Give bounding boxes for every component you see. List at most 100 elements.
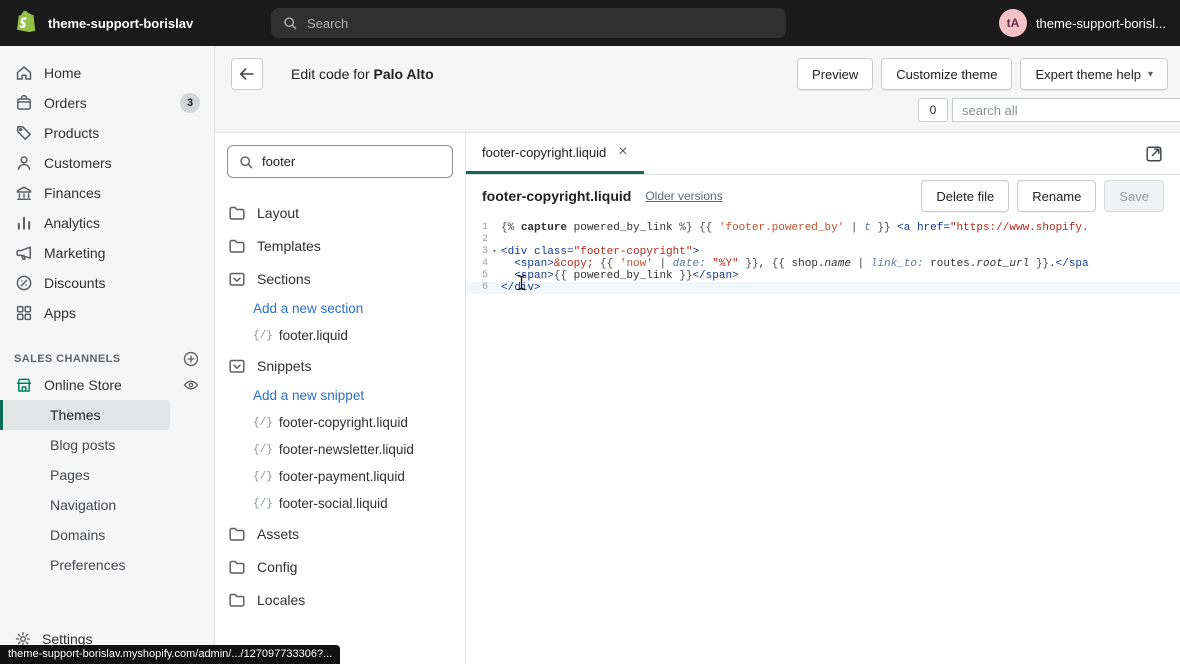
line-number: 6 bbox=[466, 282, 488, 294]
sidebar-item-preferences[interactable]: Preferences bbox=[0, 550, 170, 580]
workspace: footer LayoutTemplatesSectionsAdd a new … bbox=[215, 132, 1180, 664]
sidebar-item-label: Home bbox=[44, 65, 81, 81]
page-header: Edit code for Palo Alto Preview Customiz… bbox=[215, 46, 1180, 96]
line-number: 3 bbox=[466, 246, 488, 258]
account-menu-button[interactable]: tA theme-support-borisl... bbox=[999, 9, 1180, 37]
fold-gutter bbox=[488, 270, 501, 282]
account-name: theme-support-borisl... bbox=[1036, 16, 1166, 31]
apps-icon bbox=[14, 303, 34, 323]
file-footer-payment-liquid[interactable]: {/}footer-payment.liquid bbox=[227, 463, 453, 490]
delete-file-button[interactable]: Delete file bbox=[921, 180, 1009, 212]
back-button[interactable] bbox=[231, 58, 263, 90]
code-line-4[interactable]: 4 <span>&copy; {{ 'now' | date: "%Y" }},… bbox=[466, 258, 1180, 270]
sidebar-item-marketing[interactable]: Marketing bbox=[0, 238, 214, 268]
code-lines: 1{% capture powered_by_link %} {{ 'foote… bbox=[466, 222, 1180, 294]
file-footer-social-liquid[interactable]: {/}footer-social.liquid bbox=[227, 490, 453, 517]
eye-icon[interactable] bbox=[182, 376, 200, 394]
tree-item-label: Snippets bbox=[257, 358, 311, 374]
sidebar-item-online-store[interactable]: Online Store bbox=[0, 370, 214, 400]
expert-theme-help-button[interactable]: Expert theme help ▾ bbox=[1020, 58, 1168, 90]
sidebar-item-pages[interactable]: Pages bbox=[0, 460, 170, 490]
sidebar-item-home[interactable]: Home bbox=[0, 58, 214, 88]
tree-item-label: Templates bbox=[257, 238, 321, 254]
sidebar-subitem-label: Themes bbox=[50, 407, 101, 423]
global-search-input[interactable]: Search bbox=[271, 8, 786, 38]
line-number: 1 bbox=[466, 222, 488, 234]
line-number: 2 bbox=[466, 234, 488, 246]
finances-icon bbox=[14, 183, 34, 203]
sidebar-item-analytics[interactable]: Analytics bbox=[0, 208, 214, 238]
folder-layout[interactable]: Layout bbox=[227, 196, 453, 229]
sidebar-item-finances[interactable]: Finances bbox=[0, 178, 214, 208]
folder-assets[interactable]: Assets bbox=[227, 517, 453, 550]
file-footer-copyright-liquid[interactable]: {/}footer-copyright.liquid bbox=[227, 409, 453, 436]
folder-locales[interactable]: Locales bbox=[227, 583, 453, 616]
add-sales-channel-button[interactable] bbox=[182, 350, 200, 368]
global-search-placeholder: Search bbox=[307, 16, 348, 31]
page-title-prefix: Edit code for bbox=[291, 66, 370, 82]
file-footer-liquid[interactable]: {/}footer.liquid bbox=[227, 322, 453, 349]
sidebar-item-themes[interactable]: Themes bbox=[0, 400, 170, 430]
sidebar-item-orders[interactable]: Orders3 bbox=[0, 88, 214, 118]
code-line-2[interactable]: 2 bbox=[466, 234, 1180, 246]
folder-snippets[interactable]: Snippets bbox=[227, 349, 453, 382]
editor-tabbar: footer-copyright.liquid × bbox=[466, 133, 1180, 175]
file-tree: Layout Templates SectionsAdd a new section… bbox=[227, 196, 453, 616]
file-search-input[interactable]: footer bbox=[227, 145, 453, 178]
file-footer-newsletter-liquid[interactable]: {/}footer-newsletter.liquid bbox=[227, 436, 453, 463]
sidebar-item-label: Discounts bbox=[44, 275, 105, 291]
folder-sections[interactable]: Sections bbox=[227, 262, 453, 295]
search-all-row: 0 search all bbox=[215, 96, 1180, 132]
header-actions: Preview Customize theme Expert theme hel… bbox=[797, 58, 1168, 90]
code-text bbox=[501, 234, 1180, 246]
liquid-file-icon: {/} bbox=[253, 444, 273, 456]
code-text: <span>{{ powered_by_link }}</span> bbox=[501, 270, 1180, 282]
code-editor[interactable]: 1{% capture powered_by_link %} {{ 'foote… bbox=[466, 217, 1180, 664]
mouse-text-cursor bbox=[516, 274, 527, 296]
older-versions-link[interactable]: Older versions bbox=[645, 189, 722, 203]
tab-footer-copyright-liquid[interactable]: footer-copyright.liquid × bbox=[466, 133, 644, 174]
action-add-a-new-snippet[interactable]: Add a new snippet bbox=[227, 382, 453, 409]
action-add-a-new-section[interactable]: Add a new section bbox=[227, 295, 453, 322]
topbar-left: theme-support-borislav bbox=[0, 10, 271, 36]
expand-editor-button[interactable] bbox=[1138, 138, 1170, 170]
home-icon bbox=[14, 63, 34, 83]
sidebar-item-label: Apps bbox=[44, 305, 76, 321]
sidebar-item-label: Finances bbox=[44, 185, 101, 201]
search-all-input[interactable]: search all bbox=[952, 98, 1180, 122]
avatar: tA bbox=[999, 9, 1027, 37]
folder-config[interactable]: Config bbox=[227, 550, 453, 583]
customize-theme-button[interactable]: Customize theme bbox=[881, 58, 1012, 90]
code-line-5[interactable]: 5 <span>{{ powered_by_link }}</span> bbox=[466, 270, 1180, 282]
search-all-placeholder: search all bbox=[962, 103, 1018, 118]
main-content: Edit code for Palo Alto Preview Customiz… bbox=[215, 46, 1180, 664]
sidebar-item-customers[interactable]: Customers bbox=[0, 148, 214, 178]
topbar: theme-support-borislav Search tA theme-s… bbox=[0, 0, 1180, 46]
search-icon bbox=[282, 15, 298, 31]
code-line-3[interactable]: 3▾<div class="footer-copyright"> bbox=[466, 246, 1180, 258]
close-tab-icon[interactable]: × bbox=[618, 144, 627, 160]
code-line-1[interactable]: 1{% capture powered_by_link %} {{ 'foote… bbox=[466, 222, 1180, 234]
rename-button[interactable]: Rename bbox=[1017, 180, 1096, 212]
sidebar-item-products[interactable]: Products bbox=[0, 118, 214, 148]
fold-gutter bbox=[488, 282, 501, 294]
online-store-label: Online Store bbox=[44, 377, 122, 393]
code-line-6[interactable]: 6</div> bbox=[466, 282, 1180, 294]
sidebar-item-navigation[interactable]: Navigation bbox=[0, 490, 170, 520]
save-button[interactable]: Save bbox=[1104, 180, 1164, 212]
sidebar-item-blog-posts[interactable]: Blog posts bbox=[0, 430, 170, 460]
line-number: 5 bbox=[466, 270, 488, 282]
sidebar-item-discounts[interactable]: Discounts bbox=[0, 268, 214, 298]
online-store-subnav: Themes Blog postsPagesNavigationDomainsPr… bbox=[0, 400, 214, 580]
tree-item-label: footer-payment.liquid bbox=[279, 469, 405, 484]
fold-toggle-icon[interactable]: ▾ bbox=[488, 246, 501, 258]
fullscreen-icon bbox=[1144, 144, 1164, 164]
discounts-icon bbox=[14, 273, 34, 293]
tree-item-label: footer-copyright.liquid bbox=[279, 415, 408, 430]
tree-item-label: Config bbox=[257, 559, 297, 575]
sidebar-item-domains[interactable]: Domains bbox=[0, 520, 170, 550]
preview-button[interactable]: Preview bbox=[797, 58, 873, 90]
sidebar-item-apps[interactable]: Apps bbox=[0, 298, 214, 328]
shopify-logo-icon[interactable] bbox=[14, 10, 38, 36]
folder-templates[interactable]: Templates bbox=[227, 229, 453, 262]
